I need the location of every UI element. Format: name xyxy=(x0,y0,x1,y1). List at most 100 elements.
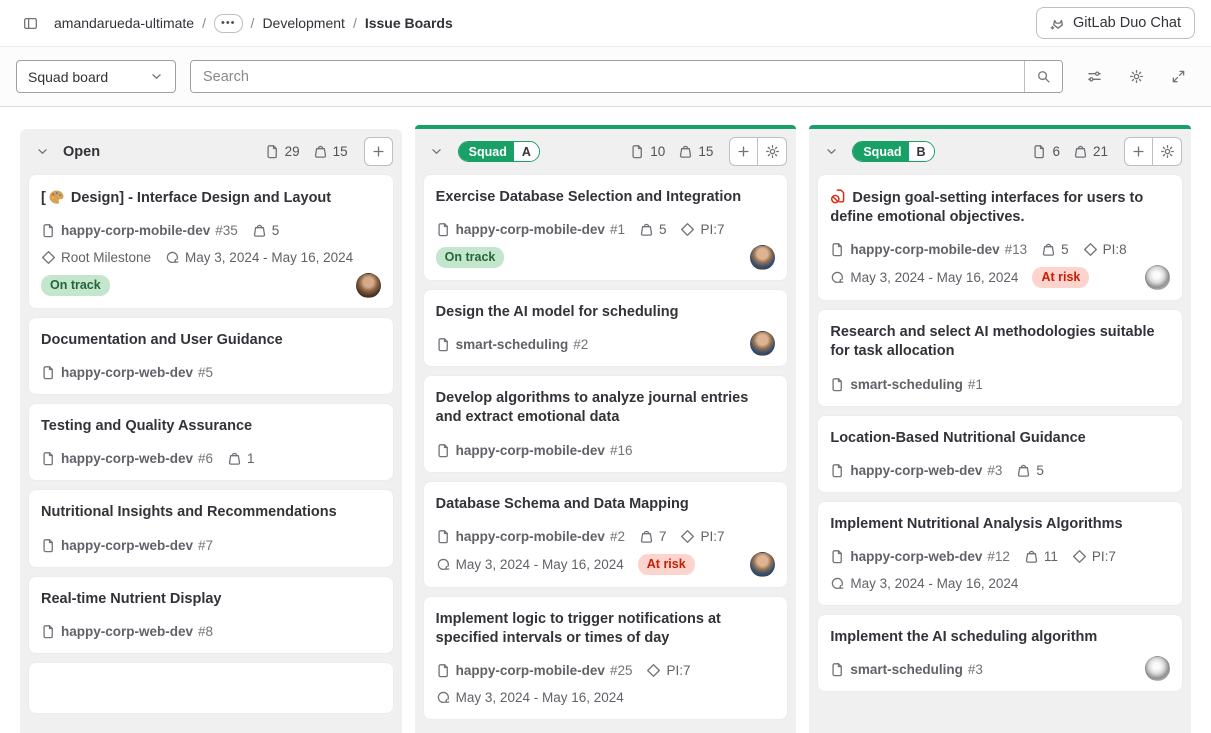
column-card-list: [ Design] - Interface Design and Layout … xyxy=(20,174,402,733)
avatar[interactable] xyxy=(1145,656,1170,681)
collapse-column-button[interactable] xyxy=(424,139,450,165)
issue-title[interactable]: Implement Nutritional Analysis Algorithm… xyxy=(830,515,1170,534)
search-input[interactable] xyxy=(191,61,1024,92)
avatar[interactable] xyxy=(750,552,775,577)
column-card-list: Design goal-setting interfaces for users… xyxy=(809,174,1191,733)
list-settings-button[interactable] xyxy=(758,137,787,166)
add-issue-button[interactable] xyxy=(729,137,758,166)
sliders-icon xyxy=(1087,69,1102,84)
issue-id: #35 xyxy=(215,221,238,240)
issue-card[interactable]: Implement Nutritional Analysis Algorithm… xyxy=(817,501,1183,606)
issue-title[interactable]: Design the AI model for scheduling xyxy=(436,303,776,322)
scoped-label-squad-a[interactable]: Squad A xyxy=(458,141,540,162)
status-label[interactable]: At risk xyxy=(638,554,695,575)
weight-icon xyxy=(313,144,328,159)
issue-count: 6 xyxy=(1052,144,1060,159)
issue-title[interactable]: Nutritional Insights and Recommendations xyxy=(41,503,381,522)
issue-title[interactable]: Research and select AI methodologies sui… xyxy=(830,323,1170,361)
collapse-column-button[interactable] xyxy=(29,139,55,165)
weight-icon xyxy=(639,222,654,237)
iteration-dates: May 3, 2024 - May 16, 2024 xyxy=(850,268,1018,287)
issue-id: #16 xyxy=(610,441,633,460)
issue-card[interactable]: Database Schema and Data Mapping happy-c… xyxy=(423,481,789,588)
collapse-column-button[interactable] xyxy=(818,139,844,165)
issue-card[interactable]: Implement logic to trigger notifications… xyxy=(423,596,789,720)
issue-card[interactable] xyxy=(28,662,394,714)
add-issue-button[interactable] xyxy=(1124,137,1153,166)
breadcrumb-group-link[interactable]: Development xyxy=(262,15,345,31)
issue-type-icon xyxy=(436,663,451,678)
board-column-open: Open 29 15 [ Design] - Interface Design … xyxy=(20,125,402,733)
issue-card[interactable]: Documentation and User Guidance happy-co… xyxy=(28,317,394,395)
issue-card[interactable]: Location-Based Nutritional Guidance happ… xyxy=(817,415,1183,493)
search-button[interactable] xyxy=(1024,61,1062,92)
issue-title[interactable]: Database Schema and Data Mapping xyxy=(436,495,776,514)
issue-card[interactable]: Design goal-setting interfaces for users… xyxy=(817,174,1183,301)
board-settings-button[interactable] xyxy=(1119,60,1153,93)
milestone-value: PI:7 xyxy=(700,527,724,546)
status-label[interactable]: On track xyxy=(436,247,505,268)
issue-card[interactable]: [ Design] - Interface Design and Layout … xyxy=(28,174,394,309)
column-header: Open 29 15 xyxy=(20,129,402,174)
palette-emoji-icon xyxy=(48,188,65,205)
milestone-value: PI:7 xyxy=(1092,547,1116,566)
issue-card[interactable]: Real-time Nutrient Display happy-corp-we… xyxy=(28,576,394,654)
milestone-icon xyxy=(1072,549,1087,564)
issue-card[interactable]: Design the AI model for scheduling smart… xyxy=(423,289,789,367)
iteration-dates: May 3, 2024 - May 16, 2024 xyxy=(185,248,353,267)
milestone-value: PI:8 xyxy=(1103,240,1127,259)
issue-card[interactable]: Nutritional Insights and Recommendations… xyxy=(28,489,394,567)
add-issue-button[interactable] xyxy=(364,137,393,166)
issue-card[interactable]: Implement the AI scheduling algorithm sm… xyxy=(817,614,1183,692)
issue-id: #1 xyxy=(968,375,983,394)
iteration-icon xyxy=(436,690,451,705)
weight-value: 5 xyxy=(272,221,280,240)
column-card-list: Exercise Database Selection and Integrat… xyxy=(415,174,797,733)
issue-card[interactable]: Develop algorithms to analyze journal en… xyxy=(423,375,789,472)
issue-reference: smart-scheduling xyxy=(850,375,963,394)
issue-card[interactable]: Research and select AI methodologies sui… xyxy=(817,309,1183,406)
weight-icon xyxy=(1016,463,1031,478)
breadcrumb: amandarueda-ultimate / ••• / Development… xyxy=(54,14,453,33)
list-settings-button[interactable] xyxy=(1153,137,1182,166)
breadcrumb-separator: / xyxy=(353,15,357,31)
status-label[interactable]: At risk xyxy=(1032,267,1089,288)
issue-type-icon xyxy=(830,242,845,257)
duo-chat-button[interactable]: GitLab Duo Chat xyxy=(1036,7,1195,39)
issue-title[interactable]: [ Design] - Interface Design and Layout xyxy=(41,188,381,208)
issue-title[interactable]: Develop algorithms to analyze journal en… xyxy=(436,389,776,427)
plus-icon xyxy=(371,144,386,159)
fullscreen-button[interactable] xyxy=(1161,60,1195,93)
issue-title[interactable]: Location-Based Nutritional Guidance xyxy=(830,429,1170,448)
issue-id: #12 xyxy=(987,547,1010,566)
issue-title[interactable]: Exercise Database Selection and Integrat… xyxy=(436,188,776,207)
issue-title[interactable]: Documentation and User Guidance xyxy=(41,331,381,350)
breadcrumb-project-link[interactable]: amandarueda-ultimate xyxy=(54,15,194,31)
weight-icon xyxy=(1073,144,1088,159)
issue-title[interactable]: Testing and Quality Assurance xyxy=(41,417,381,436)
issue-type-icon xyxy=(830,549,845,564)
issue-title[interactable]: Design goal-setting interfaces for users… xyxy=(830,188,1170,227)
avatar[interactable] xyxy=(356,273,381,298)
issue-reference: happy-corp-web-dev xyxy=(850,547,982,566)
issue-title[interactable]: Real-time Nutrient Display xyxy=(41,590,381,609)
duo-chat-label: GitLab Duo Chat xyxy=(1073,15,1181,31)
issue-type-icon xyxy=(436,337,451,352)
issue-card[interactable]: Testing and Quality Assurance happy-corp… xyxy=(28,403,394,481)
scoped-label-squad-b[interactable]: Squad B xyxy=(852,141,934,162)
weight-icon xyxy=(1024,549,1039,564)
issue-type-icon xyxy=(41,365,56,380)
status-label[interactable]: On track xyxy=(41,275,110,296)
issue-card[interactable]: Exercise Database Selection and Integrat… xyxy=(423,174,789,281)
issue-title[interactable]: Implement the AI scheduling algorithm xyxy=(830,628,1170,647)
board-switcher-dropdown[interactable]: Squad board xyxy=(16,60,176,93)
search-icon xyxy=(1036,69,1051,84)
sidebar-toggle-button[interactable] xyxy=(16,9,44,37)
milestone-icon xyxy=(41,250,56,265)
column-title: Open xyxy=(63,144,100,160)
breadcrumb-current-page: Issue Boards xyxy=(365,15,453,31)
weight-icon xyxy=(252,223,267,238)
issue-title[interactable]: Implement logic to trigger notifications… xyxy=(436,610,776,648)
breadcrumb-ellipsis-button[interactable]: ••• xyxy=(214,14,243,33)
board-filter-preferences-button[interactable] xyxy=(1077,60,1111,93)
